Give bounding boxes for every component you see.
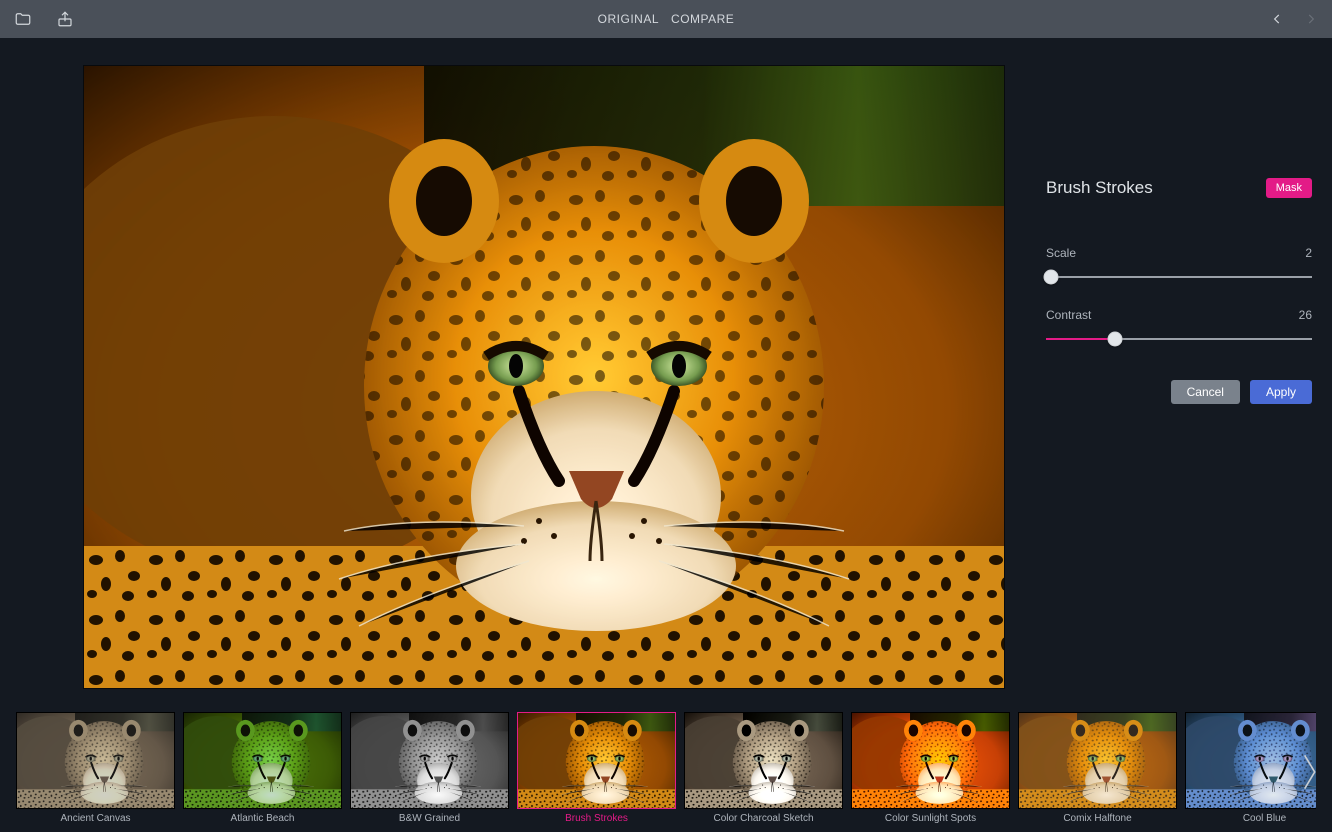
effect-panel: Brush Strokes Mask Scale 2 Contrast 26 [1040, 38, 1332, 712]
topbar: ORIGINAL COMPARE [0, 0, 1332, 38]
filter-thumb-color-sunlight-spots[interactable]: Color Sunlight Spots [851, 712, 1010, 824]
filter-thumb-label: B&W Grained [399, 813, 460, 824]
share-icon[interactable] [56, 10, 74, 28]
slider-contrast-value: 26 [1299, 308, 1312, 322]
filter-thumb-image[interactable] [1018, 712, 1177, 809]
next-image-icon[interactable] [1304, 10, 1318, 28]
effect-title: Brush Strokes [1046, 178, 1153, 198]
filter-thumb-label: Atlantic Beach [231, 813, 295, 824]
slider-scale-value: 2 [1305, 246, 1312, 260]
filter-thumb-cool-blue[interactable]: Cool Blue [1185, 712, 1316, 824]
filter-thumb-label: Color Sunlight Spots [885, 813, 976, 824]
filter-thumb-b-w-grained[interactable]: B&W Grained [350, 712, 509, 824]
filter-thumb-label: Brush Strokes [565, 813, 628, 824]
filter-thumb-image[interactable] [684, 712, 843, 809]
filter-thumb-image[interactable] [851, 712, 1010, 809]
slider-contrast: Contrast 26 [1046, 308, 1312, 346]
filter-thumb-label: Ancient Canvas [60, 813, 130, 824]
filter-thumb-label: Color Charcoal Sketch [713, 813, 813, 824]
slider-scale-track[interactable] [1046, 270, 1312, 284]
strip-next-icon[interactable] [1298, 750, 1318, 799]
prev-image-icon[interactable] [1270, 10, 1284, 28]
filter-thumb-image[interactable] [517, 712, 676, 809]
filter-thumb-image[interactable] [16, 712, 175, 809]
filter-thumb-label: Comix Halftone [1063, 813, 1131, 824]
filter-thumb-brush-strokes[interactable]: Brush Strokes [517, 712, 676, 824]
filter-thumb-image[interactable] [183, 712, 342, 809]
preview-image[interactable] [84, 66, 1004, 688]
filter-strip: Ancient Canvas Atlantic Beach B&W Grained B… [0, 712, 1332, 832]
original-tab[interactable]: ORIGINAL [598, 12, 659, 26]
filter-thumb-label: Cool Blue [1243, 813, 1286, 824]
apply-button[interactable]: Apply [1250, 380, 1312, 404]
mask-button[interactable]: Mask [1266, 178, 1312, 198]
slider-scale-label: Scale [1046, 246, 1076, 260]
filter-thumb-comix-halftone[interactable]: Comix Halftone [1018, 712, 1177, 824]
filter-thumb-atlantic-beach[interactable]: Atlantic Beach [183, 712, 342, 824]
filter-thumb-image[interactable] [350, 712, 509, 809]
slider-contrast-track[interactable] [1046, 332, 1312, 346]
filter-thumb-color-charcoal-sketch[interactable]: Color Charcoal Sketch [684, 712, 843, 824]
filter-thumb-ancient-canvas[interactable]: Ancient Canvas [16, 712, 175, 824]
folder-icon[interactable] [14, 10, 32, 28]
slider-contrast-label: Contrast [1046, 308, 1091, 322]
filter-thumb-image[interactable] [1185, 712, 1316, 809]
compare-tab[interactable]: COMPARE [671, 12, 734, 26]
cancel-button[interactable]: Cancel [1171, 380, 1240, 404]
slider-scale: Scale 2 [1046, 246, 1312, 284]
